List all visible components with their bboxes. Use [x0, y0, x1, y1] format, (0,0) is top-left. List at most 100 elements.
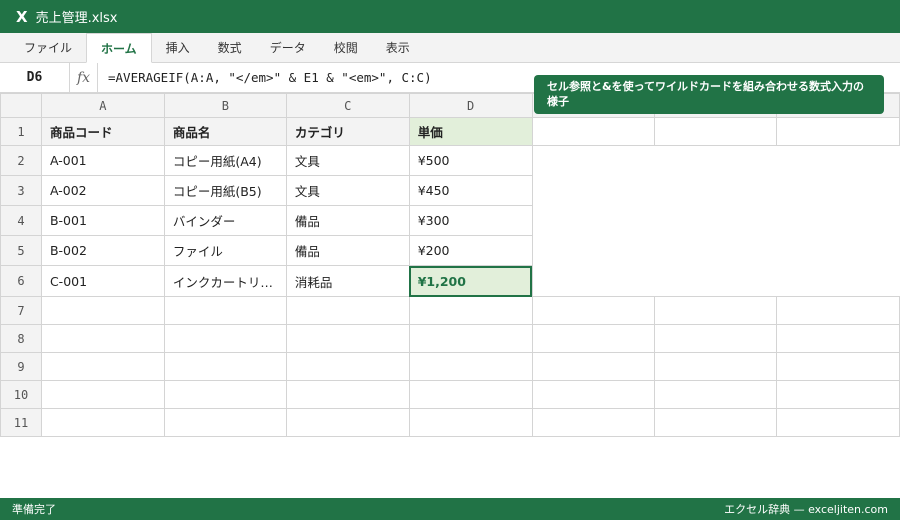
row-header[interactable]: 10 — [0, 380, 42, 409]
cell-c1[interactable]: カテゴリ — [285, 117, 410, 146]
row-header[interactable]: 4 — [0, 205, 42, 236]
cell-c6[interactable]: 消耗品 — [285, 265, 410, 297]
cell-c3[interactable]: 文具 — [285, 175, 410, 206]
tab-home[interactable]: ホーム — [86, 33, 152, 63]
cell-g9[interactable] — [776, 352, 900, 381]
fx-icon[interactable]: fx — [70, 62, 98, 93]
cell-g8[interactable] — [776, 324, 900, 353]
empty-area — [776, 265, 900, 297]
cell-d4[interactable]: ¥300 — [408, 205, 533, 236]
cell-e9[interactable] — [531, 352, 656, 381]
row-header[interactable]: 3 — [0, 175, 42, 206]
cell-d2[interactable]: ¥500 — [408, 145, 533, 176]
tab-insert[interactable]: 挿入 — [152, 33, 204, 62]
column-header-d[interactable]: D — [408, 93, 533, 118]
empty-area — [654, 235, 777, 266]
row-header[interactable]: 1 — [0, 117, 42, 146]
cell-a10[interactable] — [40, 380, 165, 409]
cell-d5[interactable]: ¥200 — [408, 235, 533, 266]
cell-d7[interactable] — [408, 296, 533, 325]
column-header-c[interactable]: C — [285, 93, 410, 118]
row-header[interactable]: 8 — [0, 324, 42, 353]
formula-input[interactable]: =AVERAGEIF(A:A, "</em>" & E1 & "<em>", C… — [98, 70, 432, 85]
cell-d1[interactable]: 単価 — [408, 117, 533, 146]
cell-b6[interactable]: インクカートリ… — [163, 265, 287, 297]
cell-c2[interactable]: 文具 — [285, 145, 410, 176]
cell-d10[interactable] — [408, 380, 533, 409]
cell-c4[interactable]: 備品 — [285, 205, 410, 236]
cell-c9[interactable] — [285, 352, 410, 381]
cell-g7[interactable] — [776, 296, 900, 325]
tab-review[interactable]: 校閲 — [320, 33, 372, 62]
cell-f9[interactable] — [654, 352, 778, 381]
empty-area — [532, 175, 655, 206]
cell-f11[interactable] — [654, 408, 778, 437]
cell-a7[interactable] — [40, 296, 165, 325]
status-ready: 準備完了 — [12, 503, 56, 516]
empty-area — [654, 175, 777, 206]
name-box[interactable]: D6 — [0, 62, 70, 93]
cell-c5[interactable]: 備品 — [285, 235, 410, 266]
cell-a8[interactable] — [40, 324, 165, 353]
cell-b4[interactable]: バインダー — [163, 205, 287, 236]
spreadsheet-grid: A B C D 1 商品コード 商品名 カテゴリ 単価 2 A-001 コピー用… — [0, 93, 900, 437]
cell-a6[interactable]: C-001 — [40, 265, 165, 297]
tab-view[interactable]: 表示 — [372, 33, 424, 62]
cell-b7[interactable] — [163, 296, 287, 325]
row-header[interactable]: 5 — [0, 235, 42, 266]
cell-b8[interactable] — [163, 324, 287, 353]
row-header[interactable]: 9 — [0, 352, 42, 381]
cell-a4[interactable]: B-001 — [40, 205, 165, 236]
cell-a1[interactable]: 商品コード — [40, 117, 165, 146]
cell-d8[interactable] — [408, 324, 533, 353]
cell-c8[interactable] — [285, 324, 410, 353]
empty-area — [532, 265, 655, 297]
cell-d11[interactable] — [408, 408, 533, 437]
cell-b1[interactable]: 商品名 — [163, 117, 287, 146]
column-header-b[interactable]: B — [163, 93, 287, 118]
empty-area — [776, 145, 900, 176]
cell-f8[interactable] — [654, 324, 778, 353]
cell-b5[interactable]: ファイル — [163, 235, 287, 266]
cell-f7[interactable] — [654, 296, 778, 325]
cell-c11[interactable] — [285, 408, 410, 437]
cell-f1[interactable] — [654, 117, 778, 146]
cell-g10[interactable] — [776, 380, 900, 409]
cell-a5[interactable]: B-002 — [40, 235, 165, 266]
tab-file[interactable]: ファイル — [10, 33, 86, 62]
cell-e10[interactable] — [531, 380, 656, 409]
tab-formulas[interactable]: 数式 — [204, 33, 256, 62]
cell-d3[interactable]: ¥450 — [408, 175, 533, 206]
cell-a2[interactable]: A-001 — [40, 145, 165, 176]
cell-g11[interactable] — [776, 408, 900, 437]
row-header[interactable]: 7 — [0, 296, 42, 325]
cell-b10[interactable] — [163, 380, 287, 409]
cell-b3[interactable]: コピー用紙(B5) — [163, 175, 287, 206]
select-all-corner[interactable] — [0, 93, 42, 118]
cell-e7[interactable] — [531, 296, 656, 325]
row-header[interactable]: 2 — [0, 145, 42, 176]
cell-b9[interactable] — [163, 352, 287, 381]
status-bar: 準備完了 エクセル辞典 — exceljiten.com — [0, 498, 900, 520]
cell-d9[interactable] — [408, 352, 533, 381]
cell-c10[interactable] — [285, 380, 410, 409]
cell-e1[interactable] — [531, 117, 656, 146]
cell-b11[interactable] — [163, 408, 287, 437]
cell-f10[interactable] — [654, 380, 778, 409]
cell-b2[interactable]: コピー用紙(A4) — [163, 145, 287, 176]
column-header-a[interactable]: A — [40, 93, 165, 118]
row-header[interactable]: 6 — [0, 265, 42, 297]
cell-e11[interactable] — [531, 408, 656, 437]
cell-e8[interactable] — [531, 324, 656, 353]
empty-area — [532, 145, 655, 176]
cell-a9[interactable] — [40, 352, 165, 381]
cell-d6-selected[interactable]: ¥1,200 — [408, 265, 533, 297]
empty-area — [532, 205, 655, 236]
row-header[interactable]: 11 — [0, 408, 42, 437]
empty-area — [654, 145, 777, 176]
cell-c7[interactable] — [285, 296, 410, 325]
cell-a11[interactable] — [40, 408, 165, 437]
tab-data[interactable]: データ — [256, 33, 320, 62]
cell-a3[interactable]: A-002 — [40, 175, 165, 206]
cell-g1[interactable] — [776, 117, 900, 146]
